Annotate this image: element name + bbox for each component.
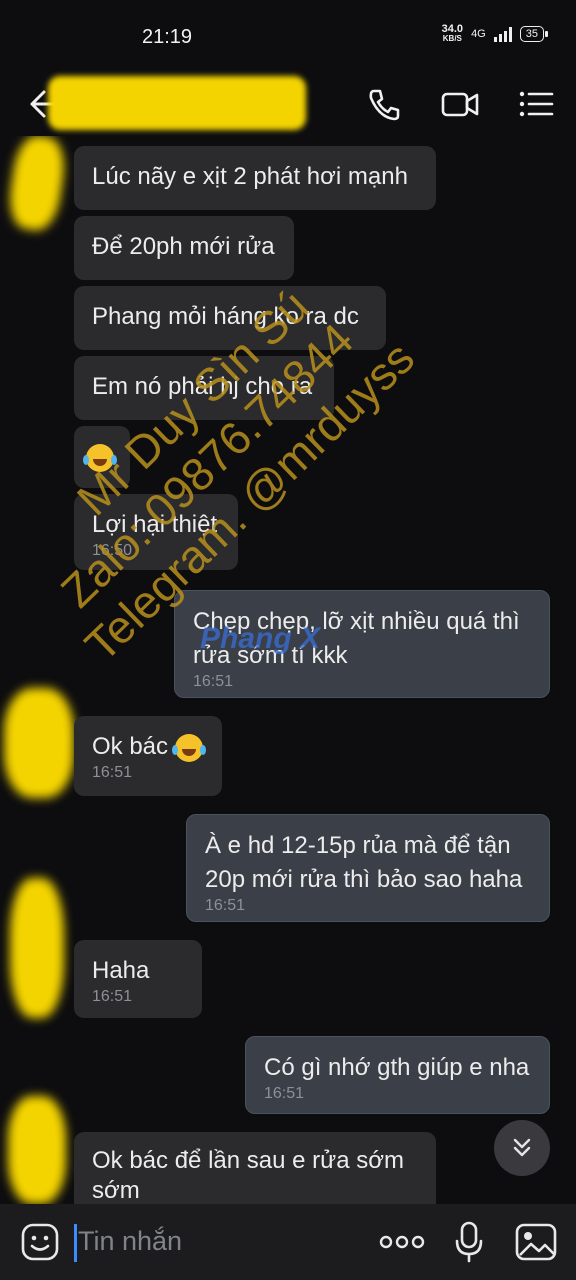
message-bubble-incoming[interactable]: Để 20ph mới rửa [74, 216, 294, 280]
message-bubble-outgoing[interactable]: Có gì nhớ gth giúp e nha 16:51 [245, 1036, 550, 1114]
tears-of-joy-emoji-icon [171, 733, 203, 762]
more-options-icon[interactable] [378, 1232, 426, 1252]
double-chevron-down-icon [513, 1138, 531, 1157]
scroll-to-bottom-button[interactable] [494, 1120, 550, 1176]
message-timestamp: 16:51 [92, 764, 133, 781]
message-input[interactable]: Tin nhắn [78, 1226, 182, 1257]
microphone-icon[interactable] [452, 1220, 486, 1264]
message-bubble-incoming[interactable]: Haha 16:51 [74, 940, 202, 1018]
avatar-redacted [4, 688, 74, 798]
message-bubble-incoming[interactable]: Em nó phải hj cho ra [74, 356, 334, 420]
message-list[interactable]: Lúc nãy e xịt 2 phát hơi mạnh Để 20ph mớ… [0, 136, 576, 1204]
message-bubble-incoming[interactable]: Ok bác 16:51 [74, 716, 222, 796]
tears-of-joy-emoji-icon [83, 443, 114, 472]
message-bubble-outgoing[interactable]: À e hd 12-15p rủa mà để tận 20p mới rửa … [186, 814, 550, 922]
menu-list-icon[interactable] [516, 84, 556, 124]
chat-header [0, 72, 576, 136]
contact-name-redacted[interactable] [48, 76, 306, 130]
avatar-redacted [5, 136, 69, 234]
video-call-icon[interactable] [440, 84, 480, 124]
network-type-icon: 4G [471, 28, 486, 40]
status-time: 21:19 [142, 26, 193, 48]
message-bubble-incoming[interactable]: Ok bác để lần sau e rửa sớm sớm [74, 1132, 436, 1204]
avatar-redacted [10, 878, 64, 1018]
message-bubble-incoming[interactable]: Lúc nãy e xịt 2 phát hơi mạnh [74, 146, 436, 210]
signal-icon [493, 26, 512, 42]
text-cursor [74, 1224, 77, 1262]
message-timestamp: 16:51 [264, 1085, 305, 1102]
message-timestamp: 16:51 [193, 673, 234, 690]
message-timestamp: 16:51 [92, 988, 133, 1005]
message-composer: Tin nhắn [0, 1204, 576, 1280]
message-bubble-incoming[interactable]: Lợi hại thiệt 16:50 [74, 494, 238, 570]
message-bubble-outgoing[interactable]: Chẹp chẹp, lỡ xịt nhiều quá thì rửa sớm … [174, 590, 550, 698]
network-speed: 34.0 KB/S [441, 23, 464, 44]
message-bubble-incoming[interactable]: Phang mỏi háng ko ra dc [74, 286, 386, 350]
message-bubble-incoming[interactable] [74, 426, 130, 488]
avatar-redacted [8, 1096, 66, 1204]
status-bar: 21:19 34.0 KB/S 4G 35 [0, 0, 576, 72]
battery-icon: 35 [519, 26, 549, 42]
message-timestamp: 16:50 [92, 542, 133, 559]
sticker-smile-icon[interactable] [20, 1222, 60, 1262]
status-icons: 34.0 KB/S 4G 35 [441, 23, 549, 44]
image-gallery-icon[interactable] [514, 1222, 558, 1262]
phone-call-icon[interactable] [364, 84, 404, 124]
message-timestamp: 16:51 [205, 897, 246, 914]
